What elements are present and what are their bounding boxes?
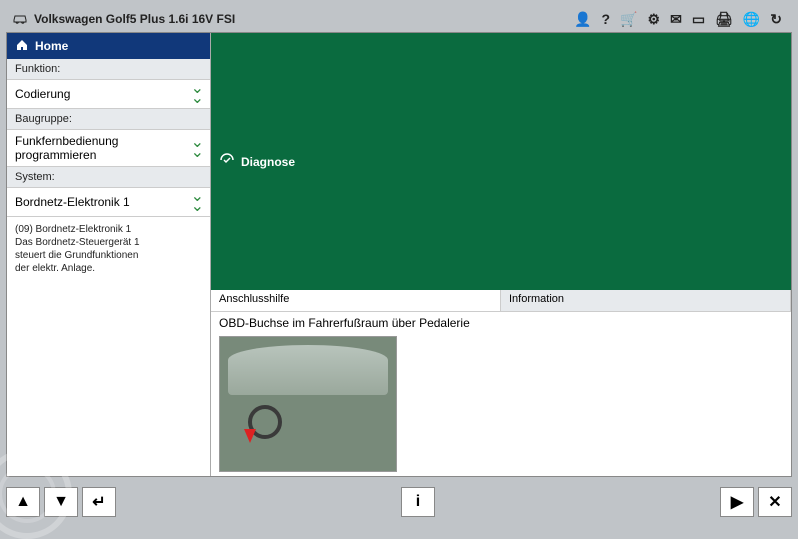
dashboard-image xyxy=(219,336,397,472)
enter-button[interactable]: ↵ xyxy=(82,487,116,517)
chevron-down-icon: ⌄⌄ xyxy=(191,84,204,104)
home-button[interactable]: Home xyxy=(7,33,210,59)
globe-icon[interactable]: 🌐 xyxy=(743,11,760,28)
battery-icon[interactable]: ▭ xyxy=(692,11,705,28)
user-icon[interactable]: 👤 xyxy=(574,11,591,28)
play-button[interactable]: ▶ xyxy=(720,487,754,517)
help-icon[interactable]: ? xyxy=(602,11,611,27)
obd-location-text: OBD-Buchse im Fahrerfußraum über Pedaler… xyxy=(219,316,783,330)
label-baugruppe: Baugruppe: xyxy=(7,109,210,130)
obd-marker-icon xyxy=(244,429,256,443)
settings-icon[interactable]: ⚙ xyxy=(648,11,661,28)
chevron-down-icon: ⌄⌄ xyxy=(191,192,204,212)
dropdown-baugruppe-value: Funkfernbedienung programmieren xyxy=(15,134,191,162)
vehicle-title: Volkswagen Golf5 Plus 1.6i 16V FSI xyxy=(34,12,235,26)
home-label: Home xyxy=(35,39,68,53)
dropdown-system-value: Bordnetz-Elektronik 1 xyxy=(15,195,130,209)
info-button[interactable]: i xyxy=(401,487,435,517)
car-icon xyxy=(12,12,28,27)
chevron-down-icon: ⌄⌄ xyxy=(191,138,204,158)
close-button[interactable]: ✕ xyxy=(758,487,792,517)
diagnose-label: Diagnose xyxy=(241,155,295,169)
mail-icon[interactable]: ✉ xyxy=(670,11,682,28)
dropdown-system[interactable]: Bordnetz-Elektronik 1 ⌄⌄ xyxy=(7,188,210,217)
tab-information[interactable]: Information xyxy=(501,290,791,312)
dropdown-funktion[interactable]: Codierung ⌄⌄ xyxy=(7,80,210,109)
dropdown-funktion-value: Codierung xyxy=(15,87,70,101)
home-icon xyxy=(15,38,29,55)
dropdown-baugruppe[interactable]: Funkfernbedienung programmieren ⌄⌄ xyxy=(7,130,210,167)
tab-anschlusshilfe[interactable]: Anschlusshilfe xyxy=(211,290,501,312)
label-funktion: Funktion: xyxy=(7,59,210,80)
nav-down-button[interactable]: ▼ xyxy=(44,487,78,517)
label-system: System: xyxy=(7,167,210,188)
nav-up-button[interactable]: ▲ xyxy=(6,487,40,517)
cart-icon[interactable]: 🛒 xyxy=(620,11,637,28)
diagnose-icon xyxy=(219,152,235,171)
diagnose-header: Diagnose xyxy=(211,33,791,290)
system-info-text: (09) Bordnetz-Elektronik 1 Das Bordnetz-… xyxy=(7,217,210,281)
refresh-icon[interactable]: ↻ xyxy=(770,11,782,28)
print-icon[interactable]: 🖨 xyxy=(715,11,733,28)
